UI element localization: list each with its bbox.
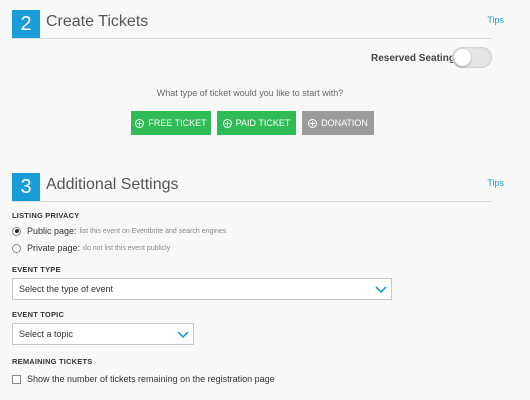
plus-circle-icon bbox=[222, 118, 232, 128]
chevron-down-icon bbox=[375, 286, 387, 294]
event-topic-select[interactable]: Select a topic bbox=[12, 323, 194, 345]
donation-button[interactable]: DONATION bbox=[302, 111, 374, 135]
plus-circle-icon bbox=[135, 118, 145, 128]
reserved-seating-label: Reserved Seating: bbox=[371, 53, 459, 64]
event-type-select[interactable]: Select the type of event bbox=[12, 278, 392, 300]
checkbox-label: Show the number of tickets remaining on … bbox=[27, 374, 275, 384]
paid-ticket-button[interactable]: PAID TICKET bbox=[217, 111, 296, 135]
tips-link[interactable]: Tips bbox=[487, 15, 504, 25]
plus-circle-icon bbox=[308, 118, 318, 128]
free-ticket-label: FREE TICKET bbox=[148, 118, 207, 128]
free-ticket-button[interactable]: FREE TICKET bbox=[131, 111, 211, 135]
radio-button[interactable] bbox=[12, 226, 21, 236]
remaining-tickets-label: REMAINING TICKETS bbox=[12, 357, 93, 366]
tips-link[interactable]: Tips bbox=[487, 178, 504, 188]
event-topic-label: EVENT TOPIC bbox=[12, 310, 65, 319]
step-number-badge: 3 bbox=[12, 173, 40, 201]
option-label: Private page: bbox=[27, 243, 81, 253]
section-title: Additional Settings bbox=[46, 176, 179, 193]
option-label: Public page: bbox=[27, 226, 77, 236]
create-tickets-header: 2 Create Tickets Tips bbox=[12, 10, 504, 39]
section-title: Create Tickets bbox=[46, 13, 149, 30]
select-value: Select the type of event bbox=[19, 284, 114, 294]
option-note: do not list this event publicly bbox=[83, 244, 171, 252]
event-type-label: EVENT TYPE bbox=[12, 265, 61, 274]
select-value: Select a topic bbox=[19, 329, 74, 339]
radio-button[interactable] bbox=[12, 243, 21, 253]
donation-label: DONATION bbox=[321, 118, 368, 128]
reserved-seating-toggle[interactable] bbox=[452, 47, 492, 68]
additional-settings-header: 3 Additional Settings Tips bbox=[12, 173, 504, 202]
option-note: list this event on Eventbrite and search… bbox=[79, 227, 227, 235]
private-page-option[interactable]: Private page: do not list this event pub… bbox=[12, 243, 170, 253]
chevron-down-icon bbox=[177, 331, 189, 339]
paid-ticket-label: PAID TICKET bbox=[235, 118, 291, 128]
public-page-option[interactable]: Public page: list this event on Eventbri… bbox=[12, 226, 226, 236]
ticket-type-prompt: What type of ticket would you like to st… bbox=[156, 88, 344, 98]
listing-privacy-label: LISTING PRIVACY bbox=[12, 211, 80, 220]
step-number-badge: 2 bbox=[12, 10, 40, 38]
show-remaining-option[interactable]: Show the number of tickets remaining on … bbox=[12, 374, 275, 384]
checkbox[interactable] bbox=[12, 374, 21, 384]
toggle-knob bbox=[454, 49, 471, 66]
